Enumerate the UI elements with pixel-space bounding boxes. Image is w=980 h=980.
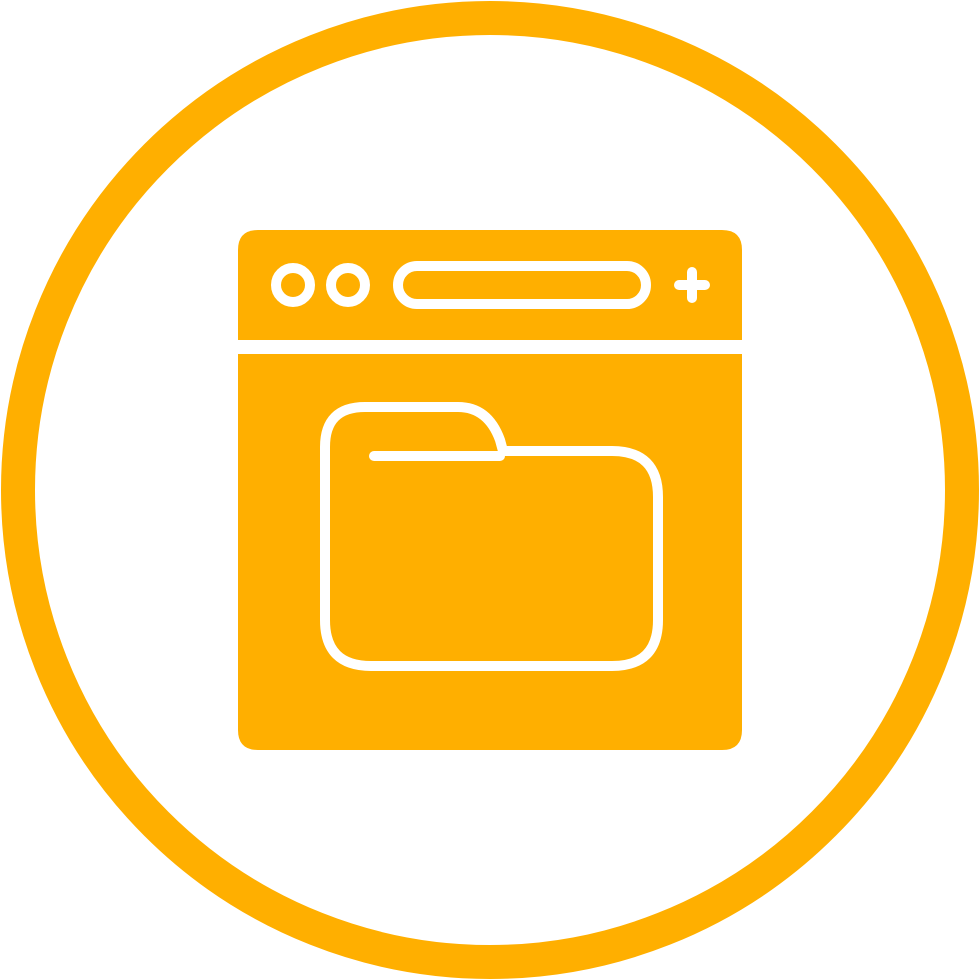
- browser-content-area: [238, 354, 742, 750]
- browser-folder-icon: [1, 1, 979, 979]
- icon-canvas: [0, 0, 980, 980]
- browser-window-icon: [238, 230, 742, 750]
